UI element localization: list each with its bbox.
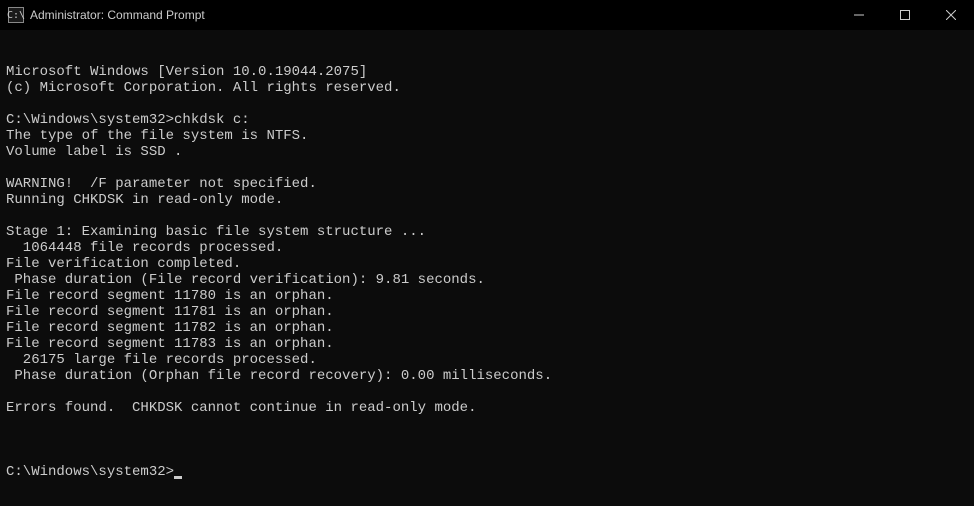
terminal-line: File verification completed. — [6, 256, 968, 272]
terminal-line: Phase duration (Orphan file record recov… — [6, 368, 968, 384]
cursor — [174, 476, 182, 479]
terminal-line — [6, 416, 968, 432]
cmd-icon: C:\ — [8, 7, 24, 23]
close-icon — [946, 10, 956, 20]
terminal-line: File record segment 11780 is an orphan. — [6, 288, 968, 304]
maximize-icon — [900, 10, 910, 20]
terminal-output[interactable]: Microsoft Windows [Version 10.0.19044.20… — [0, 30, 974, 506]
terminal-line: File record segment 11781 is an orphan. — [6, 304, 968, 320]
window-title: Administrator: Command Prompt — [30, 8, 205, 22]
terminal-line: File record segment 11782 is an orphan. — [6, 320, 968, 336]
terminal-line: Phase duration (File record verification… — [6, 272, 968, 288]
terminal-line: The type of the file system is NTFS. — [6, 128, 968, 144]
minimize-button[interactable] — [836, 0, 882, 30]
terminal-line: Microsoft Windows [Version 10.0.19044.20… — [6, 64, 968, 80]
terminal-line — [6, 96, 968, 112]
command-prompt-window: C:\ Administrator: Command Prompt Micros… — [0, 0, 974, 506]
maximize-button[interactable] — [882, 0, 928, 30]
terminal-line — [6, 384, 968, 400]
terminal-line: WARNING! /F parameter not specified. — [6, 176, 968, 192]
terminal-line: Errors found. CHKDSK cannot continue in … — [6, 400, 968, 416]
terminal-line — [6, 160, 968, 176]
terminal-line: Volume label is SSD . — [6, 144, 968, 160]
close-button[interactable] — [928, 0, 974, 30]
terminal-line: Running CHKDSK in read-only mode. — [6, 192, 968, 208]
terminal-line: File record segment 11783 is an orphan. — [6, 336, 968, 352]
minimize-icon — [854, 10, 864, 20]
terminal-line: 1064448 file records processed. — [6, 240, 968, 256]
window-controls — [836, 0, 974, 30]
terminal-line — [6, 208, 968, 224]
terminal-line: Stage 1: Examining basic file system str… — [6, 224, 968, 240]
terminal-line: C:\Windows\system32>chkdsk c: — [6, 112, 968, 128]
terminal-line: 26175 large file records processed. — [6, 352, 968, 368]
prompt-text: C:\Windows\system32> — [6, 464, 174, 480]
prompt-line: C:\Windows\system32> — [6, 464, 968, 480]
titlebar[interactable]: C:\ Administrator: Command Prompt — [0, 0, 974, 30]
terminal-line: (c) Microsoft Corporation. All rights re… — [6, 80, 968, 96]
